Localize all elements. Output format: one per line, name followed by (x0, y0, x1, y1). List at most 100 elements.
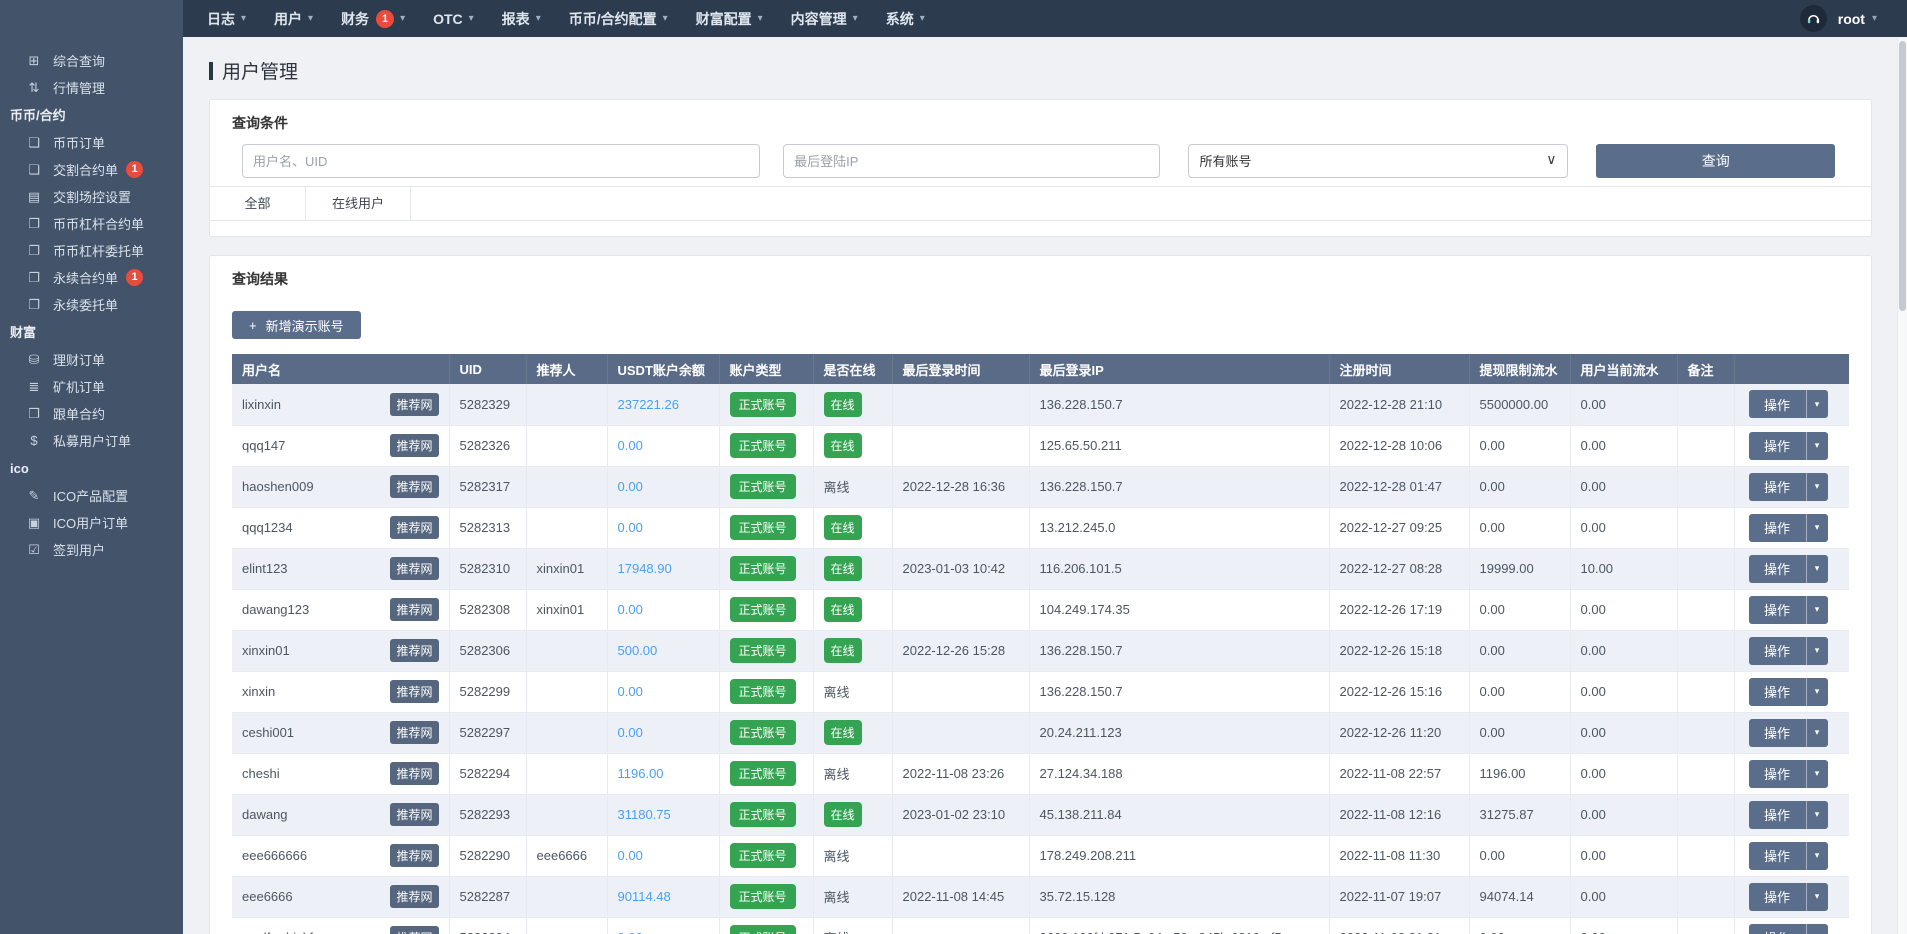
support-avatar[interactable] (1800, 5, 1827, 32)
sidebar-item-18[interactable]: ☑签到用户 (0, 536, 183, 563)
balance-link[interactable]: 1196.00 (618, 766, 664, 781)
balance-link[interactable]: 237221.26 (618, 397, 679, 412)
action-dropdown-toggle[interactable]: ▾ (1806, 555, 1828, 583)
last-login-time-cell (892, 425, 1029, 466)
last-login-ip-input[interactable] (783, 144, 1160, 178)
action-button[interactable]: 操作 (1749, 678, 1806, 706)
sidebar-item-13[interactable]: ❒跟单合约 (0, 400, 183, 427)
action-button[interactable]: 操作 (1749, 514, 1806, 542)
balance-link[interactable]: 0.00 (618, 930, 643, 934)
account-type-cell: 正式账号 (719, 384, 813, 425)
sidebar-item-14[interactable]: $私募用户订单 (0, 427, 183, 454)
sidebar-item-1[interactable]: ⇅行情管理 (0, 74, 183, 101)
tab-online-users[interactable]: 在线用户 (306, 187, 411, 220)
uid-cell: 5282326 (449, 425, 526, 466)
topnav-item-2[interactable]: 财务1▾ (327, 0, 419, 37)
recommend-badge: 推荐网 (390, 393, 438, 416)
action-dropdown-toggle[interactable]: ▾ (1806, 801, 1828, 829)
action-button[interactable]: 操作 (1749, 432, 1806, 460)
action-dropdown-toggle[interactable]: ▾ (1806, 390, 1828, 418)
action-dropdown-toggle[interactable]: ▾ (1806, 842, 1828, 870)
topnav-item-3[interactable]: OTC▾ (419, 0, 488, 37)
action-button[interactable]: 操作 (1749, 842, 1806, 870)
balance-link[interactable]: 0.00 (618, 848, 643, 863)
account-type-badge: 正式账号 (730, 843, 796, 868)
register-time-cell: 2022-11-08 22:57 (1329, 753, 1469, 794)
topnav-item-7[interactable]: 内容管理▾ (777, 0, 872, 37)
action-dropdown-toggle[interactable]: ▾ (1806, 432, 1828, 460)
topnav-item-4[interactable]: 报表▾ (488, 0, 555, 37)
action-dropdown-toggle[interactable]: ▾ (1806, 883, 1828, 911)
topnav-item-8[interactable]: 系统▾ (872, 0, 939, 37)
balance-link[interactable]: 500.00 (618, 643, 658, 658)
balance-link[interactable]: 17948.90 (618, 561, 672, 576)
action-button[interactable]: 操作 (1749, 760, 1806, 788)
sidebar-item-0[interactable]: ⊞综合查询 (0, 47, 183, 74)
action-dropdown-toggle[interactable]: ▾ (1806, 760, 1828, 788)
current-user[interactable]: root (1838, 11, 1865, 27)
action-button[interactable]: 操作 (1749, 637, 1806, 665)
action-dropdown-toggle[interactable]: ▾ (1806, 473, 1828, 501)
action-button[interactable]: 操作 (1749, 473, 1806, 501)
balance-link[interactable]: 0.00 (618, 602, 643, 617)
action-button[interactable]: 操作 (1749, 801, 1806, 829)
register-time-cell: 2022-11-08 12:16 (1329, 794, 1469, 835)
sidebar-item-11[interactable]: ⛁理财订单 (0, 346, 183, 373)
sidebar-item-label: 私募用户订单 (53, 431, 131, 450)
action-button[interactable]: 操作 (1749, 924, 1806, 934)
username-cell: xinxin01推荐网 (232, 630, 449, 671)
action-dropdown-toggle[interactable]: ▾ (1806, 637, 1828, 665)
topnav-item-1[interactable]: 用户▾ (260, 0, 327, 37)
add-demo-account-button[interactable]: + 新增演示账号 (232, 311, 361, 339)
uid-cell: 5282290 (449, 835, 526, 876)
balance-link[interactable]: 0.00 (618, 479, 643, 494)
referrer-cell (526, 876, 607, 917)
action-button[interactable]: 操作 (1749, 390, 1806, 418)
balance-cell: 0.00 (607, 835, 719, 876)
account-type-badge: 正式账号 (730, 802, 796, 827)
sidebar-item-4[interactable]: ❏交割合约单1 (0, 156, 183, 183)
sidebar-item-5[interactable]: ▤交割场控设置 (0, 183, 183, 210)
balance-link[interactable]: 0.00 (618, 725, 643, 740)
action-button[interactable]: 操作 (1749, 555, 1806, 583)
sidebar-item-17[interactable]: ▣ICO用户订单 (0, 509, 183, 536)
action-dropdown-toggle[interactable]: ▾ (1806, 596, 1828, 624)
scrollbar-thumb[interactable] (1899, 41, 1906, 311)
sidebar-item-12[interactable]: ≣矿机订单 (0, 373, 183, 400)
coin-order-icon: ❏ (25, 135, 43, 151)
sidebar-item-9[interactable]: ❐永续委托单 (0, 291, 183, 318)
balance-link[interactable]: 0.00 (618, 520, 643, 535)
action-button[interactable]: 操作 (1749, 596, 1806, 624)
sidebar-item-3[interactable]: ❏币币订单 (0, 129, 183, 156)
topnav-item-6[interactable]: 财富配置▾ (682, 0, 777, 37)
topnav-item-0[interactable]: 日志▾ (193, 0, 260, 37)
action-dropdown-toggle[interactable]: ▾ (1806, 514, 1828, 542)
referrer-cell: xinxin01 (526, 589, 607, 630)
username-cell: xinxin推荐网 (232, 671, 449, 712)
balance-link[interactable]: 0.00 (618, 438, 643, 453)
sidebar-item-8[interactable]: ❐永续合约单1 (0, 264, 183, 291)
action-button[interactable]: 操作 (1749, 883, 1806, 911)
action-dropdown-toggle[interactable]: ▾ (1806, 678, 1828, 706)
account-type-badge: 正式账号 (730, 392, 796, 417)
last-login-ip-cell: 13.212.245.0 (1029, 507, 1329, 548)
balance-link[interactable]: 0.00 (618, 684, 643, 699)
offline-status-text: 离线 (824, 890, 850, 905)
tab-all-users[interactable]: 全部 (210, 187, 306, 220)
sidebar-item-16[interactable]: ✎ICO产品配置 (0, 482, 183, 509)
search-button[interactable]: 查询 (1596, 144, 1835, 178)
action-button[interactable]: 操作 (1749, 719, 1806, 747)
remark-cell (1677, 794, 1734, 835)
action-dropdown-toggle[interactable]: ▾ (1806, 924, 1828, 934)
topnav-item-5[interactable]: 币币/合约配置▾ (555, 0, 682, 37)
balance-cell: 0.00 (607, 671, 719, 712)
username-uid-input[interactable] (242, 144, 760, 178)
account-type-select[interactable]: 所有账号 (1188, 144, 1568, 178)
page-scrollbar[interactable] (1897, 37, 1907, 934)
action-dropdown-toggle[interactable]: ▾ (1806, 719, 1828, 747)
balance-link[interactable]: 90114.48 (618, 889, 671, 904)
sidebar-item-6[interactable]: ❐币币杠杆合约单 (0, 210, 183, 237)
balance-link[interactable]: 31180.75 (618, 807, 671, 822)
sidebar-item-7[interactable]: ❐币币杠杆委托单 (0, 237, 183, 264)
referrer-cell: xinxin01 (526, 548, 607, 589)
